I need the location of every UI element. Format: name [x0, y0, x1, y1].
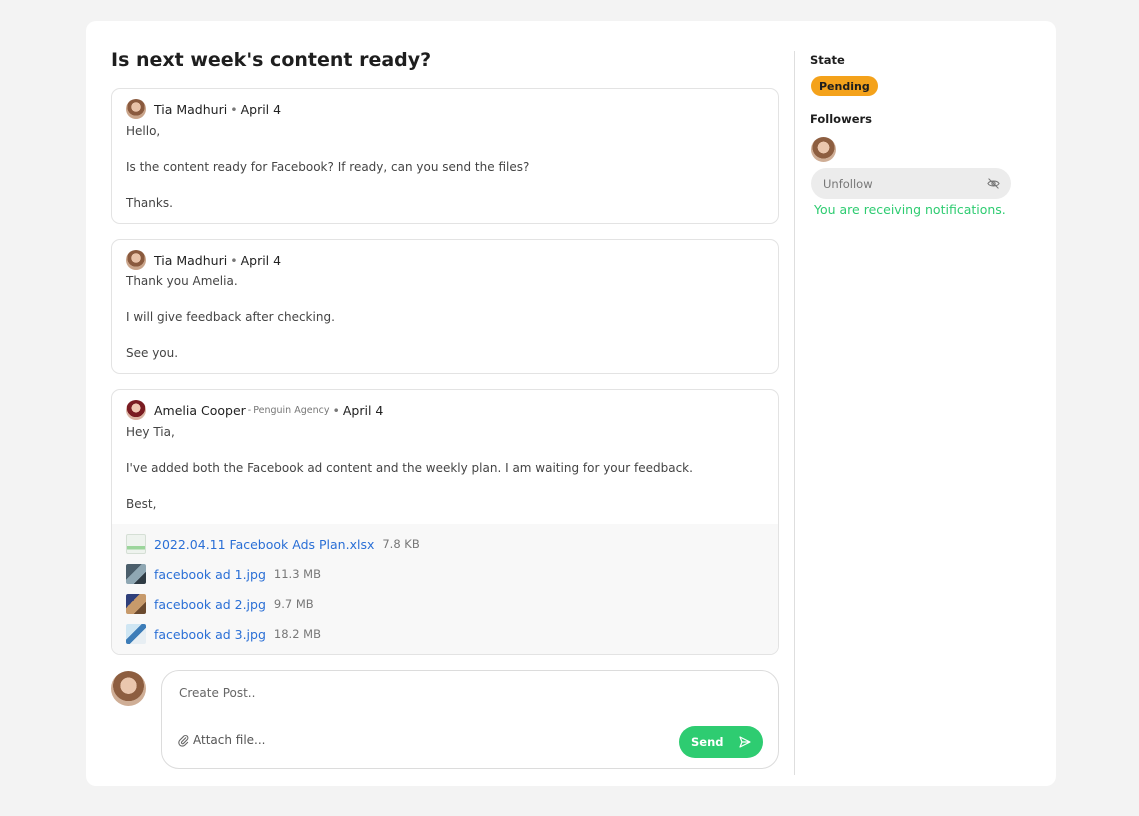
post-composer: Attach file... Send: [161, 670, 779, 769]
status-badge: Pending: [811, 76, 878, 96]
send-label: Send: [691, 735, 724, 749]
post-body: Hello, Is the content ready for Facebook…: [126, 122, 764, 223]
send-icon: [739, 736, 751, 748]
follower-avatar[interactable]: [811, 137, 836, 162]
post-line: See you.: [126, 346, 179, 360]
separator: •: [332, 402, 340, 418]
attachment-link[interactable]: 2022.04.11 Facebook Ads Plan.xlsx: [154, 537, 374, 552]
post-line: Thanks.: [126, 196, 173, 210]
attachment-item[interactable]: 2022.04.11 Facebook Ads Plan.xlsx 7.8 KB: [126, 534, 420, 554]
paperclip-icon: [178, 734, 189, 747]
post-line: Thank you Amelia.: [126, 274, 238, 288]
thread-card: Is next week's content ready? Tia Madhur…: [86, 21, 1056, 786]
separator: •: [230, 101, 238, 117]
unfollow-button[interactable]: Unfollow: [811, 168, 1011, 199]
post-card: Amelia Cooper - Penguin Agency • April 4…: [111, 389, 779, 655]
post-line: Hey Tia,: [126, 425, 175, 439]
post-agency: Penguin Agency: [253, 404, 330, 416]
post-author[interactable]: Tia Madhuri: [154, 102, 227, 117]
post-author[interactable]: Amelia Cooper: [154, 403, 246, 418]
attachment-item[interactable]: facebook ad 1.jpg 11.3 MB: [126, 564, 321, 584]
attach-file-label: Attach file...: [193, 733, 266, 747]
post-date: April 4: [342, 402, 384, 418]
agency-separator: -: [247, 404, 252, 416]
post-card: Tia Madhuri • April 4 Hello, Is the cont…: [111, 88, 779, 224]
send-button[interactable]: Send: [679, 726, 763, 758]
post-line: Is the content ready for Facebook? If re…: [126, 160, 530, 174]
post-card: Tia Madhuri • April 4 Thank you Amelia. …: [111, 239, 779, 374]
post-line: I will give feedback after checking.: [126, 310, 335, 324]
current-user-avatar[interactable]: [111, 671, 146, 706]
attachment-item[interactable]: facebook ad 2.jpg 9.7 MB: [126, 594, 314, 614]
post-header: Tia Madhuri • April 4: [126, 99, 281, 119]
post-header: Tia Madhuri • April 4: [126, 250, 281, 270]
post-header: Amelia Cooper - Penguin Agency • April 4: [126, 400, 383, 420]
sidebar-divider: [794, 51, 795, 775]
unfollow-label: Unfollow: [823, 176, 873, 191]
avatar[interactable]: [126, 250, 146, 270]
post-line: Hello,: [126, 124, 161, 138]
attachment-link[interactable]: facebook ad 2.jpg: [154, 597, 266, 612]
image-thumbnail-icon: [126, 564, 146, 584]
page-title: Is next week's content ready?: [111, 49, 432, 71]
attachment-size: 7.8 KB: [382, 537, 420, 551]
attachment-link[interactable]: facebook ad 1.jpg: [154, 567, 266, 582]
attachment-size: 9.7 MB: [273, 597, 314, 611]
separator: •: [230, 252, 238, 268]
notification-status: You are receiving notifications.: [814, 202, 1006, 217]
post-date: April 4: [240, 252, 282, 268]
avatar[interactable]: [126, 99, 146, 119]
attachment-size: 18.2 MB: [273, 627, 321, 641]
attachment-size: 11.3 MB: [273, 567, 321, 581]
avatar[interactable]: [126, 400, 146, 420]
attachment-link[interactable]: facebook ad 3.jpg: [154, 627, 266, 642]
image-thumbnail-icon: [126, 594, 146, 614]
spreadsheet-icon: [126, 534, 146, 554]
post-body: Thank you Amelia. I will give feedback a…: [126, 272, 764, 373]
image-thumbnail-icon: [126, 624, 146, 644]
eye-off-icon: [987, 178, 1000, 189]
attachment-item[interactable]: facebook ad 3.jpg 18.2 MB: [126, 624, 321, 644]
create-post-input[interactable]: [179, 684, 759, 702]
attach-file-button[interactable]: Attach file...: [178, 733, 266, 747]
followers-label: Followers: [810, 112, 873, 126]
post-author[interactable]: Tia Madhuri: [154, 253, 227, 268]
post-date: April 4: [240, 101, 282, 117]
post-body: Hey Tia, I've added both the Facebook ad…: [126, 423, 764, 531]
attachments-list: 2022.04.11 Facebook Ads Plan.xlsx 7.8 KB…: [112, 524, 778, 654]
state-label: State: [810, 53, 845, 67]
post-line: I've added both the Facebook ad content …: [126, 461, 693, 475]
